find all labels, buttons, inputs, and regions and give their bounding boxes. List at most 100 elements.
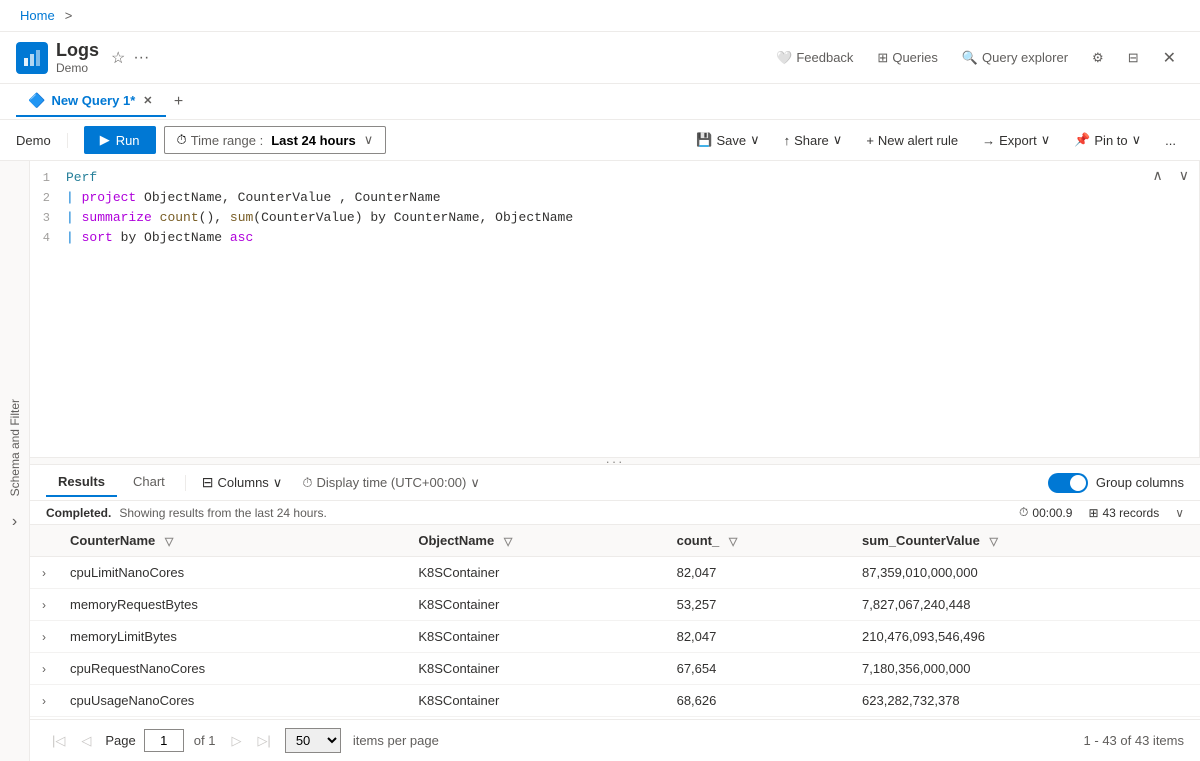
run-button[interactable]: ▶ Run [84, 126, 156, 154]
new-alert-rule-button[interactable]: + New alert rule [858, 128, 966, 153]
next-page-button[interactable]: ▷ [225, 729, 247, 753]
result-tabs: Results Chart ⊟ Columns ∨ ⏱ Display time… [30, 465, 1200, 501]
table-row[interactable]: › cpuRequestNanoCores K8SContainer 67,65… [30, 653, 1200, 685]
cell-sum: 87,359,010,000,000 [850, 557, 1200, 589]
cell-count: 68,626 [665, 685, 850, 717]
pin-chevron-icon: ∨ [1132, 132, 1142, 148]
time-range-button[interactable]: ⏱ Time range : Last 24 hours ∨ [164, 126, 387, 154]
table-row[interactable]: › memoryLimitBytes K8SContainer 82,047 2… [30, 621, 1200, 653]
editor-line-4: 4 | sort by ObjectName asc [30, 229, 1199, 249]
cell-count: 53,257 [665, 589, 850, 621]
page-info: 1 - 43 of 43 items [1084, 733, 1184, 748]
expand-col-header [30, 525, 58, 557]
layout-icon[interactable]: ⊟ [1120, 45, 1147, 71]
expand-records-button[interactable]: ∨ [1175, 506, 1184, 520]
pin-to-button[interactable]: 📌 Pin to ∨ [1066, 127, 1149, 153]
status-time: ⏱ 00:00.9 [1019, 505, 1072, 520]
editor-results-container: 1 Perf 2 | project ObjectName, CounterVa… [30, 161, 1200, 761]
table-header-row: CounterName ▽ ObjectName ▽ count_ ▽ [30, 525, 1200, 557]
table-row[interactable]: › cpuLimitNanoCores K8SContainer 82,047 … [30, 557, 1200, 589]
last-page-button[interactable]: ▷| [251, 729, 276, 753]
results-table-container: CounterName ▽ ObjectName ▽ count_ ▽ [30, 525, 1200, 719]
filter-object-name-icon[interactable]: ▽ [504, 536, 512, 548]
group-columns-control: Group columns [1048, 473, 1184, 493]
timer-icon: ⏱ [1019, 505, 1028, 520]
table-row[interactable]: › cpuUsageNanoCores K8SContainer 68,626 … [30, 685, 1200, 717]
header-counter-name: CounterName ▽ [58, 525, 406, 557]
save-button[interactable]: 💾 Save ∨ [688, 127, 767, 153]
more-options-button[interactable]: ... [1157, 128, 1184, 153]
row-expand-icon[interactable]: › [30, 685, 58, 717]
time-chevron-icon: ∨ [470, 475, 480, 491]
columns-button[interactable]: ⊟ Columns ∨ [194, 470, 291, 495]
cell-object-name: K8SContainer [406, 557, 664, 589]
collapse-down-button[interactable]: ∨ [1173, 165, 1195, 186]
cell-object-name: K8SContainer [406, 589, 664, 621]
collapse-up-button[interactable]: ∧ [1147, 165, 1169, 186]
tab-results[interactable]: Results [46, 468, 117, 497]
status-records: ⊞ 43 records [1088, 506, 1159, 520]
export-button[interactable]: → Export ∨ [974, 127, 1058, 153]
row-expand-icon[interactable]: › [30, 557, 58, 589]
save-icon: 💾 [696, 132, 712, 148]
table-row[interactable]: › memoryRequestBytes K8SContainer 53,257… [30, 589, 1200, 621]
row-expand-icon[interactable]: › [30, 621, 58, 653]
app-header: Logs Demo ☆ ··· 🤍 Feedback ⊞ Queries 🔍 Q… [0, 32, 1200, 84]
group-columns-label: Group columns [1096, 475, 1184, 490]
settings-icon[interactable]: ⚙ [1084, 45, 1112, 71]
query-explorer-button[interactable]: 🔍 Query explorer [954, 45, 1076, 71]
tab-new-query-1[interactable]: 🔷 New Query 1* ✕ [16, 86, 166, 117]
export-chevron-icon: ∨ [1041, 132, 1051, 148]
row-expand-icon[interactable]: › [30, 653, 58, 685]
feedback-icon: 🤍 [776, 50, 792, 66]
resize-handle[interactable]: ··· [30, 457, 1200, 465]
tab-chart[interactable]: Chart [121, 468, 177, 497]
cell-counter-name: cpuUsageNanoCores [58, 685, 406, 717]
results-panel: Results Chart ⊟ Columns ∨ ⏱ Display time… [30, 465, 1200, 761]
row-expand-icon[interactable]: › [30, 589, 58, 621]
filter-sum-icon[interactable]: ▽ [989, 536, 997, 548]
sidebar-toggle-icon[interactable]: › [12, 513, 17, 531]
share-button[interactable]: ↑ Share ∨ [776, 127, 851, 153]
group-columns-toggle[interactable] [1048, 473, 1088, 493]
header-object-name: ObjectName ▽ [406, 525, 664, 557]
queries-button[interactable]: ⊞ Queries [869, 45, 945, 71]
editor-area: 1 Perf 2 | project ObjectName, CounterVa… [30, 161, 1200, 457]
app-icon [16, 42, 48, 74]
add-tab-button[interactable]: + [166, 90, 190, 114]
main-content: Schema and Filter › 1 Perf 2 | project O… [0, 161, 1200, 761]
page-of: of 1 [194, 733, 216, 748]
per-page-select[interactable]: 50 100 200 [285, 728, 341, 753]
more-options-icon[interactable]: ··· [133, 49, 149, 67]
cell-object-name: K8SContainer [406, 621, 664, 653]
sidebar-label[interactable]: Schema and Filter [4, 391, 26, 504]
filter-counter-name-icon[interactable]: ▽ [165, 536, 173, 548]
cell-counter-name: cpuLimitNanoCores [58, 557, 406, 589]
pin-icon: 📌 [1074, 132, 1090, 148]
display-time-button[interactable]: ⏱ Display time (UTC+00:00) ∨ [294, 471, 488, 495]
columns-chevron-icon: ∨ [273, 475, 283, 491]
close-button[interactable]: ✕ [1155, 43, 1184, 73]
tab-close-button[interactable]: ✕ [141, 94, 154, 107]
share-icon: ↑ [784, 133, 791, 148]
favorite-icon[interactable]: ☆ [111, 48, 125, 68]
editor-collapse-buttons: ∧ ∨ [1147, 165, 1196, 186]
page-input[interactable] [144, 729, 184, 752]
filter-count-icon[interactable]: ▽ [729, 536, 737, 548]
toolbar: Demo ▶ Run ⏱ Time range : Last 24 hours … [0, 120, 1200, 161]
breadcrumb-separator: > [65, 8, 73, 23]
editor-line-1: 1 Perf [30, 169, 1199, 189]
time-value: 00:00.9 [1032, 506, 1072, 520]
home-link[interactable]: Home [20, 8, 55, 23]
items-per-page-label: items per page [353, 733, 439, 748]
feedback-button[interactable]: 🤍 Feedback [768, 45, 861, 71]
code-editor[interactable]: 1 Perf 2 | project ObjectName, CounterVa… [30, 161, 1199, 457]
header-sum: sum_CounterValue ▽ [850, 525, 1200, 557]
prev-page-button[interactable]: ◁ [75, 729, 97, 753]
first-page-button[interactable]: |◁ [46, 729, 71, 753]
cell-sum: 210,476,093,546,496 [850, 621, 1200, 653]
status-completed: Completed. [46, 506, 111, 520]
breadcrumb: Home > [0, 0, 1200, 32]
schema-filter-sidebar[interactable]: Schema and Filter › [0, 161, 30, 761]
editor-lines: 1 Perf 2 | project ObjectName, CounterVa… [30, 169, 1199, 249]
